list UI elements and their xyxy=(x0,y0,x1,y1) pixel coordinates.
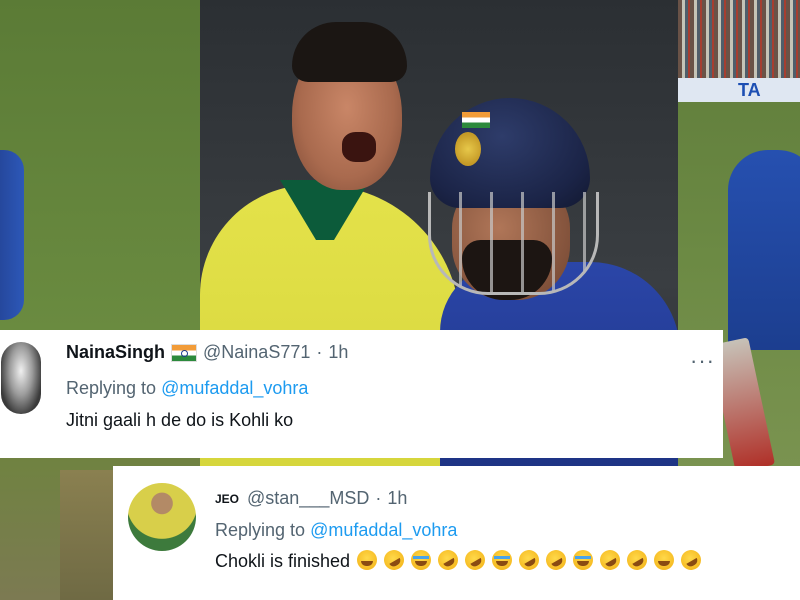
tweet-text: Jitni gaali h de do is Kohli ko xyxy=(66,410,294,430)
stadium-crowd xyxy=(678,0,800,80)
rofl-emoji-icon xyxy=(380,546,408,574)
rofl-emoji-icon xyxy=(542,546,570,574)
replying-to-label: Replying to xyxy=(215,520,306,540)
replying-to: Replying to @mufaddal_vohra xyxy=(215,520,457,541)
avatar[interactable] xyxy=(128,483,196,551)
mention-link[interactable]: @mufaddal_vohra xyxy=(310,520,457,540)
rofl-emoji-icon xyxy=(596,546,624,574)
bowler-hair xyxy=(292,22,407,82)
ad-board-text: TA xyxy=(738,80,761,100)
helmet-flag-icon xyxy=(462,112,490,128)
tweet-text: Chokli is finished xyxy=(215,546,705,574)
loudly-crying-emoji-icon xyxy=(411,550,432,570)
rofl-emoji-icon xyxy=(677,546,705,574)
replying-to: Replying to @mufaddal_vohra xyxy=(66,378,308,399)
tweet-card[interactable]: NainaSingh @NainaS771 · 1h ··· Replying … xyxy=(0,330,723,458)
loudly-crying-emoji-icon xyxy=(492,550,513,570)
india-flag-icon xyxy=(171,343,198,362)
sweat-smile-emoji-icon xyxy=(654,550,675,570)
tweet-header: NainaSingh @NainaS771 · 1h xyxy=(66,342,348,363)
tweet-header: JEO @stan___MSD · 1h xyxy=(215,488,407,509)
timestamp[interactable]: 1h xyxy=(387,488,407,509)
display-name[interactable]: NainaSingh xyxy=(66,342,165,363)
bowler-shouting-mouth xyxy=(342,132,376,162)
rofl-emoji-icon xyxy=(515,546,543,574)
emoji-row xyxy=(350,546,705,574)
more-horizontal-icon[interactable]: ··· xyxy=(690,348,715,374)
timestamp[interactable]: 1h xyxy=(328,342,348,363)
replying-to-label: Replying to xyxy=(66,378,157,398)
avatar[interactable] xyxy=(1,342,41,414)
sweat-smile-emoji-icon xyxy=(357,550,378,570)
left-batter-figure xyxy=(0,150,24,320)
separator: · xyxy=(375,488,382,508)
tweet-text-content: Chokli is finished xyxy=(215,551,351,571)
rofl-emoji-icon xyxy=(623,546,651,574)
loudly-crying-emoji-icon xyxy=(573,550,594,570)
right-batter-figure xyxy=(728,150,800,350)
display-name[interactable]: JEO xyxy=(215,492,239,506)
helmet-grill xyxy=(428,192,599,295)
mention-link[interactable]: @mufaddal_vohra xyxy=(161,378,308,398)
user-handle[interactable]: @NainaS771 xyxy=(203,342,310,363)
rofl-emoji-icon xyxy=(461,546,489,574)
rofl-emoji-icon xyxy=(434,546,462,574)
helmet-badge-icon xyxy=(455,132,481,166)
tweet-card[interactable]: JEO @stan___MSD · 1h Replying to @mufadd… xyxy=(113,466,800,600)
separator: · xyxy=(316,342,323,362)
user-handle[interactable]: @stan___MSD xyxy=(247,488,369,509)
